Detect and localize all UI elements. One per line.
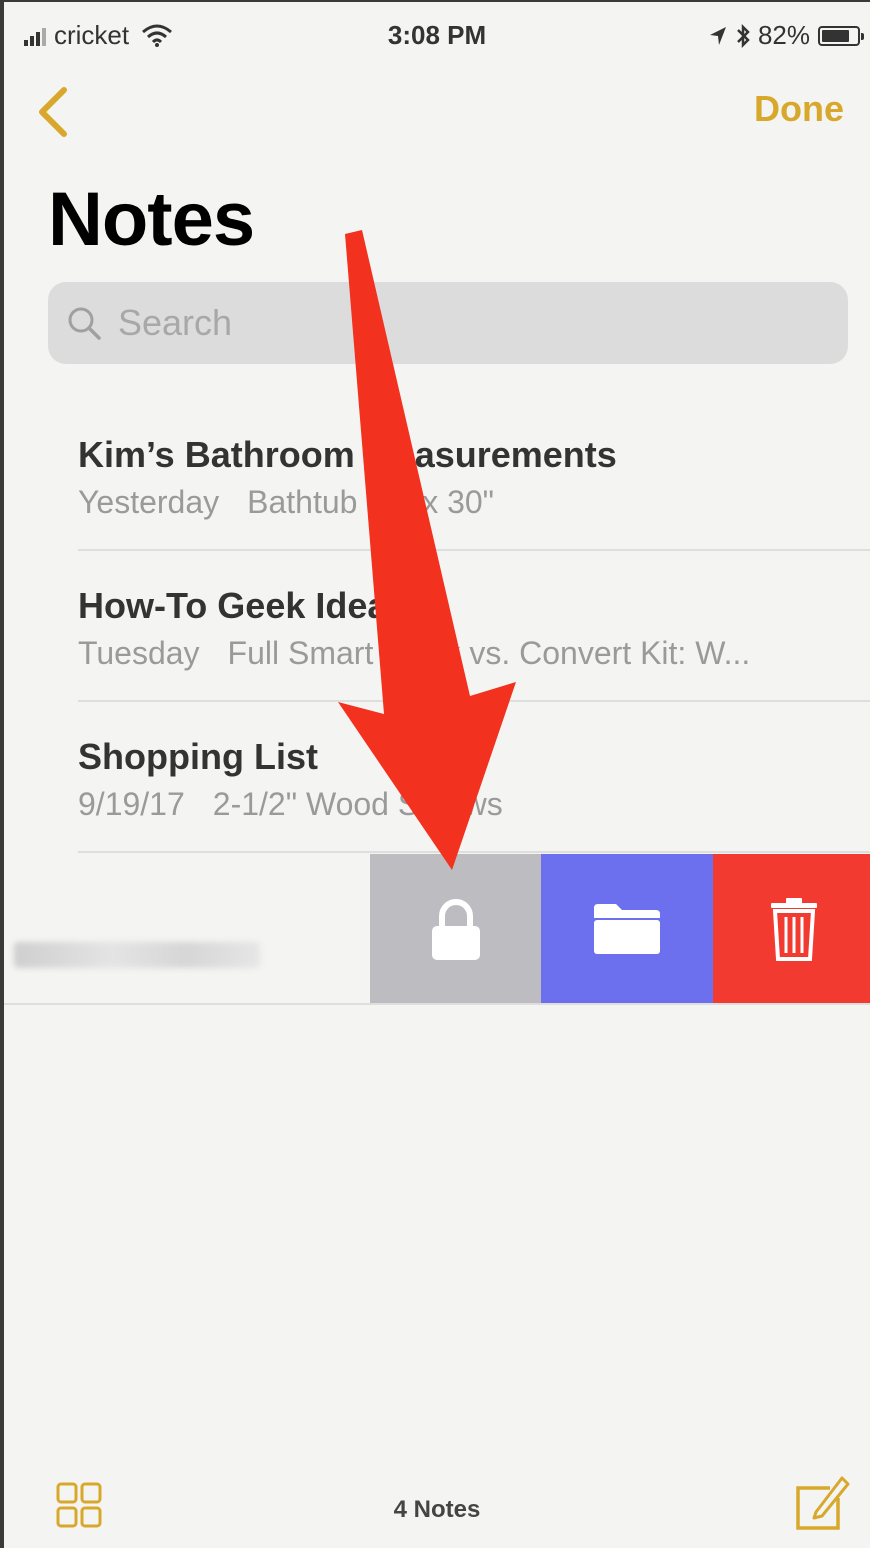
back-button[interactable] [34,84,74,140]
search-input[interactable] [118,302,818,344]
location-icon [709,26,726,45]
compose-icon[interactable] [794,1474,850,1532]
row-divider [78,851,870,853]
status-bar: cricket 3:08 PM 82% [4,2,870,66]
search-icon [68,307,101,340]
bottom-toolbar: 4 Notes [4,1462,870,1548]
lock-icon [431,898,480,960]
note-row[interactable]: Shopping List 9/19/17 2-1/2" Wood Screws [4,702,870,853]
note-preview: Bathtub 60" x 30" [247,484,495,520]
note-title: How-To Geek Ideas [78,585,408,626]
note-date: 9/19/17 [78,786,185,822]
note-row[interactable]: Kim’s Bathroom Measurements Yesterday Bat… [4,400,870,551]
note-row[interactable]: How-To Geek Ideas Tuesday Full Smart Trac… [4,551,870,702]
note-meta: 9/19/17 2-1/2" Wood Screws [78,786,503,823]
notes-screen: cricket 3:08 PM 82% Done Notes Search Ki… [0,0,870,1548]
done-button[interactable]: Done [754,88,844,130]
note-meta: Tuesday Full Smart Track vs. Convert Kit:… [78,635,750,672]
note-count: 4 Notes [393,1496,481,1523]
swiped-note-row[interactable] [4,854,870,1005]
page-title: Notes [48,177,255,262]
note-meta: Yesterday Bathtub 60" x 30" [78,484,494,521]
search-bar[interactable] [48,282,848,364]
row-divider [4,1003,870,1005]
delete-note-button[interactable] [713,854,870,1003]
folder-icon [594,903,660,954]
battery-icon [818,25,864,46]
lock-note-button[interactable] [370,854,541,1003]
trash-icon [770,897,817,961]
note-date: Yesterday [78,484,220,520]
status-right: 82% [708,20,864,51]
note-title: Shopping List [78,736,318,777]
note-date: Tuesday [78,635,200,671]
move-note-button[interactable] [541,854,713,1003]
swiped-note-content [14,942,260,968]
note-preview: 2-1/2" Wood Screws [212,786,503,822]
bluetooth-icon [737,23,750,48]
note-title: Kim’s Bathroom Measurements [78,434,617,475]
battery-percent: 82% [757,20,810,50]
note-list: Kim’s Bathroom Measurements Yesterday Bat… [4,400,870,853]
note-preview: Full Smart Track vs. Convert Kit: W... [227,635,751,671]
